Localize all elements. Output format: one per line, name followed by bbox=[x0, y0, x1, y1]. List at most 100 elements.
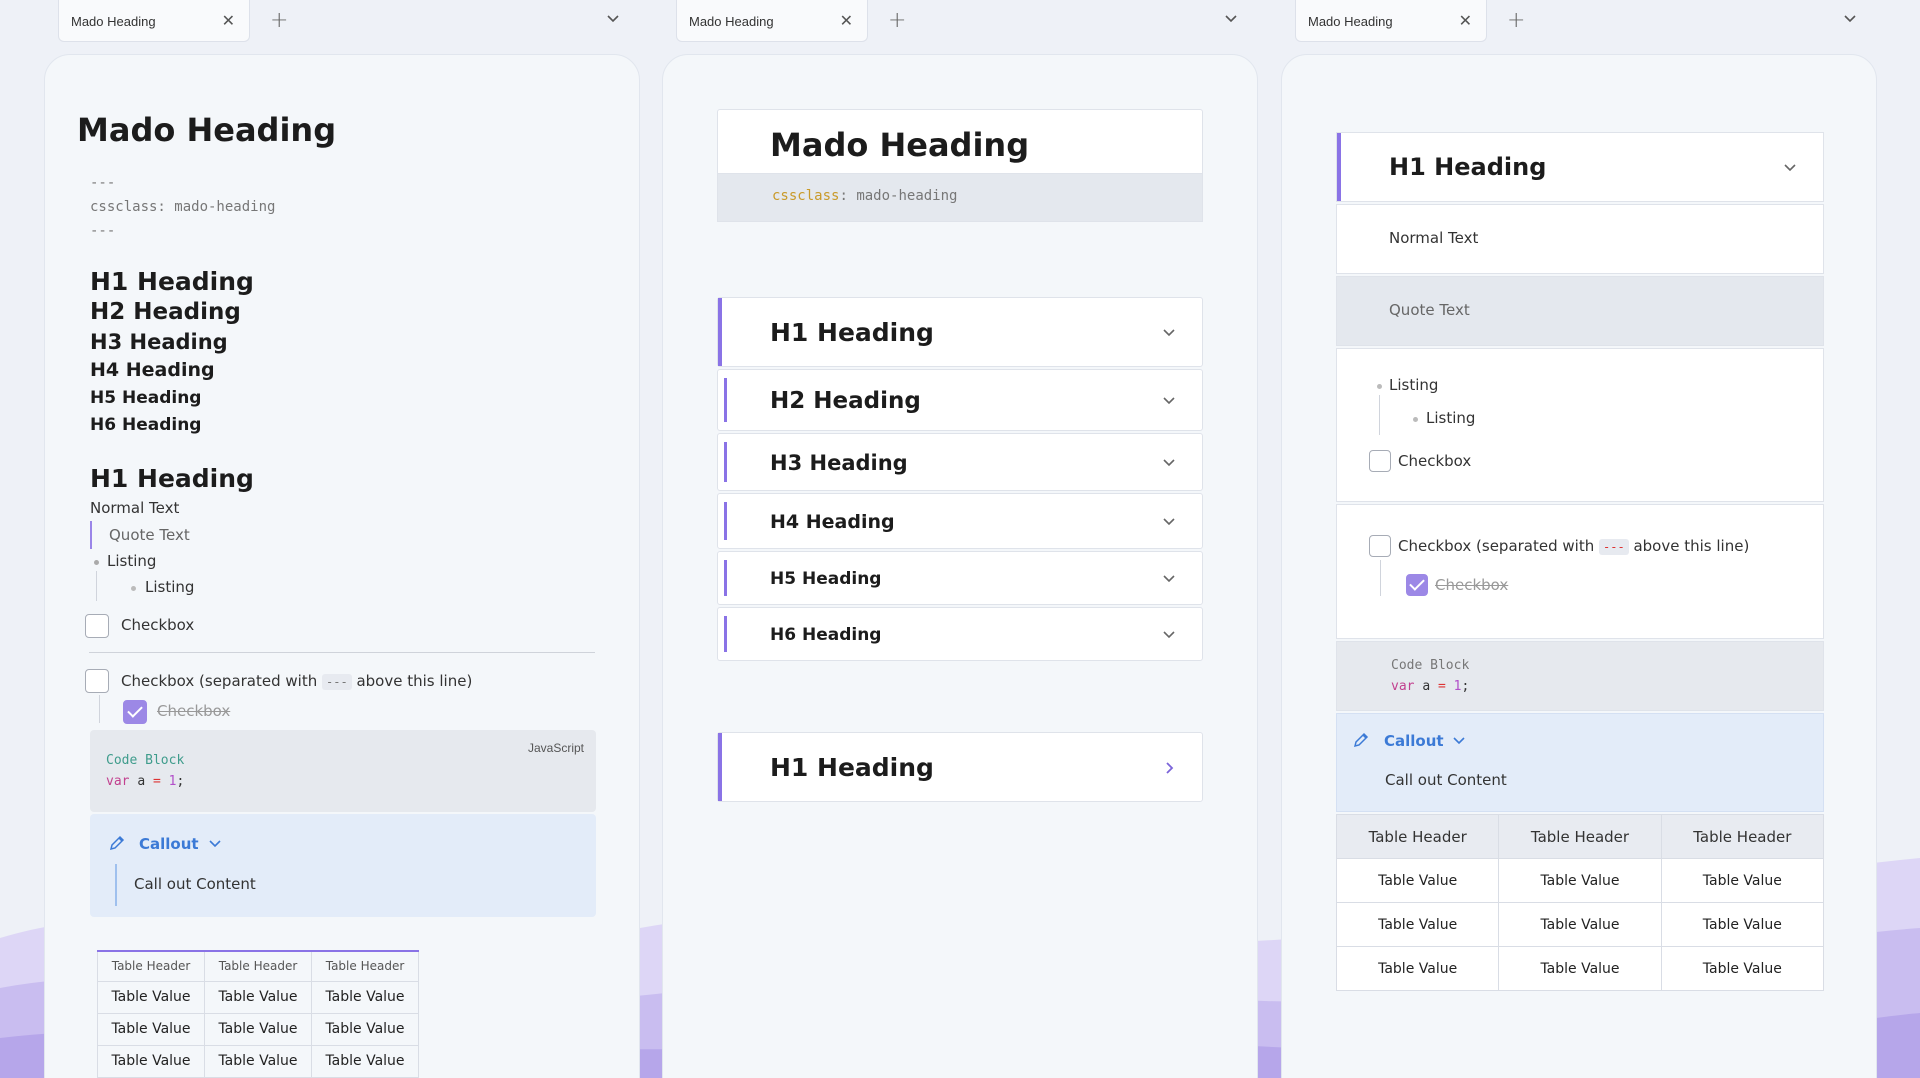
heading-h1: H1 Heading bbox=[1389, 153, 1547, 181]
code-line: Code Block bbox=[106, 750, 184, 771]
tab-mado-heading[interactable]: Mado Heading ✕ bbox=[676, 0, 868, 42]
heading-h5: H5 Heading bbox=[90, 388, 202, 408]
heading-h4: H4 Heading bbox=[90, 359, 215, 381]
heading-accent bbox=[724, 442, 727, 482]
table-header: Table Header bbox=[1660, 814, 1825, 859]
table-cell: Table Value bbox=[1335, 946, 1500, 991]
heading-card-h2[interactable]: H2 Heading bbox=[717, 369, 1203, 431]
heading-h3: H3 Heading bbox=[770, 451, 908, 475]
heading-h1: H1 Heading bbox=[770, 318, 934, 347]
heading-card-h3[interactable]: H3 Heading bbox=[717, 433, 1203, 491]
callout-title[interactable]: Callout bbox=[139, 835, 199, 853]
chevron-down-icon[interactable] bbox=[208, 837, 222, 851]
checkbox[interactable] bbox=[85, 669, 109, 693]
quote-text: Quote Text bbox=[109, 526, 190, 544]
code-block: JavaScript Code Block var a = 1; bbox=[90, 730, 596, 812]
frontmatter-line: --- bbox=[90, 223, 116, 239]
callout-title[interactable]: Callout bbox=[1384, 732, 1444, 750]
table-cell: Table Value bbox=[97, 980, 205, 1014]
table-cell: Table Value bbox=[1660, 902, 1825, 947]
heading-h1-second: H1 Heading bbox=[90, 464, 254, 493]
heading-card-h4[interactable]: H4 Heading bbox=[717, 493, 1203, 549]
checkbox-card: Checkbox (separated with --- above this … bbox=[1336, 504, 1824, 639]
table-header-row: Table Header Table Header Table Header bbox=[97, 950, 419, 982]
heading-accent bbox=[724, 616, 727, 652]
tab-bar: Mado Heading ✕ + bbox=[662, 0, 1258, 42]
normal-text: Normal Text bbox=[1389, 229, 1479, 247]
table-cell: Table Value bbox=[204, 1012, 312, 1046]
table-row: Table Value Table Value Table Value bbox=[1335, 946, 1825, 991]
heading-card-h5[interactable]: H5 Heading bbox=[717, 551, 1203, 605]
frontmatter-value: mado-heading bbox=[856, 188, 958, 204]
heading-card-h1[interactable]: H1 Heading bbox=[717, 297, 1203, 367]
quote-card: Quote Text bbox=[1336, 276, 1824, 346]
table-row: Table Value Table Value Table Value bbox=[97, 1044, 419, 1078]
table-cell: Table Value bbox=[97, 1044, 205, 1078]
chevron-down-icon[interactable] bbox=[1162, 515, 1176, 529]
new-tab-plus-icon[interactable]: + bbox=[1507, 8, 1525, 33]
heading-card-collapsed[interactable]: H1 Heading bbox=[717, 732, 1203, 802]
table-cell: Table Value bbox=[1498, 902, 1662, 947]
bullet bbox=[1377, 384, 1382, 389]
tab-mado-heading[interactable]: Mado Heading ✕ bbox=[58, 0, 250, 42]
tab-title: Mado Heading bbox=[1308, 14, 1393, 29]
chevron-down-icon[interactable] bbox=[1162, 456, 1176, 470]
table-cell: Table Value bbox=[311, 1012, 419, 1046]
checkbox[interactable] bbox=[1369, 450, 1391, 472]
close-icon[interactable]: ✕ bbox=[222, 11, 235, 31]
checkbox-checked[interactable] bbox=[123, 700, 147, 724]
list-item: Listing bbox=[107, 552, 157, 570]
close-icon[interactable]: ✕ bbox=[1459, 11, 1472, 31]
new-tab-plus-icon[interactable]: + bbox=[270, 8, 288, 33]
quote-text: Quote Text bbox=[1389, 301, 1470, 319]
chevron-down-icon[interactable] bbox=[1162, 572, 1176, 586]
code-operator: = bbox=[1437, 679, 1446, 694]
tab-title: Mado Heading bbox=[689, 14, 774, 29]
table-cell: Table Value bbox=[1660, 946, 1825, 991]
chevron-down-icon[interactable] bbox=[1843, 12, 1857, 26]
table-cell: Table Value bbox=[1498, 858, 1662, 903]
chevron-down-icon[interactable] bbox=[1452, 734, 1466, 748]
table-header: Table Header bbox=[97, 950, 205, 982]
chevron-right-icon[interactable] bbox=[1162, 761, 1176, 775]
heading-card-h1[interactable]: H1 Heading bbox=[1336, 132, 1824, 202]
normal-text-card: Normal Text bbox=[1336, 204, 1824, 274]
checkbox-text: Checkbox (separated with bbox=[1398, 537, 1595, 555]
heading-accent bbox=[724, 560, 727, 596]
close-icon[interactable]: ✕ bbox=[840, 11, 853, 31]
checkbox-text: Checkbox (separated with bbox=[121, 672, 318, 690]
heading-card-h6[interactable]: H6 Heading bbox=[717, 607, 1203, 661]
chevron-down-icon[interactable] bbox=[1162, 394, 1176, 408]
frontmatter: --- cssclass: mado-heading --- bbox=[90, 171, 275, 243]
chevron-down-icon[interactable] bbox=[1162, 326, 1176, 340]
new-tab-plus-icon[interactable]: + bbox=[888, 8, 906, 33]
checkbox-checked[interactable] bbox=[1406, 574, 1428, 596]
normal-text: Normal Text bbox=[90, 499, 180, 517]
table-cell: Table Value bbox=[1335, 902, 1500, 947]
chevron-down-icon[interactable] bbox=[606, 12, 620, 26]
heading-accent bbox=[724, 378, 727, 422]
table-row: Table Value Table Value Table Value bbox=[1335, 858, 1825, 903]
heading-accent bbox=[718, 733, 722, 801]
note-panel: H1 Heading Normal Text Quote Text Listin… bbox=[1281, 54, 1877, 1078]
table-header: Table Header bbox=[204, 950, 312, 982]
chevron-down-icon[interactable] bbox=[1162, 628, 1176, 642]
code-language: JavaScript bbox=[527, 741, 584, 755]
chevron-down-icon[interactable] bbox=[1224, 12, 1238, 26]
note-panel: Mado Heading --- cssclass: mado-heading … bbox=[44, 54, 640, 1078]
table-cell: Table Value bbox=[97, 1012, 205, 1046]
checkbox-text: above this line) bbox=[356, 672, 473, 690]
table-header: Table Header bbox=[1498, 814, 1662, 859]
heading-h2: H2 Heading bbox=[90, 299, 241, 325]
table-header-row: Table Header Table Header Table Header bbox=[1335, 814, 1825, 859]
checkbox[interactable] bbox=[1369, 535, 1391, 557]
heading-h6: H6 Heading bbox=[90, 415, 202, 435]
table-cell: Table Value bbox=[311, 980, 419, 1014]
code-keyword: var bbox=[106, 774, 130, 789]
table-header: Table Header bbox=[311, 950, 419, 982]
chevron-down-icon[interactable] bbox=[1783, 161, 1797, 175]
heading-h4: H4 Heading bbox=[770, 511, 895, 533]
tab-mado-heading[interactable]: Mado Heading ✕ bbox=[1295, 0, 1487, 42]
checkbox[interactable] bbox=[85, 614, 109, 638]
title-card: Mado Heading bbox=[717, 109, 1203, 174]
